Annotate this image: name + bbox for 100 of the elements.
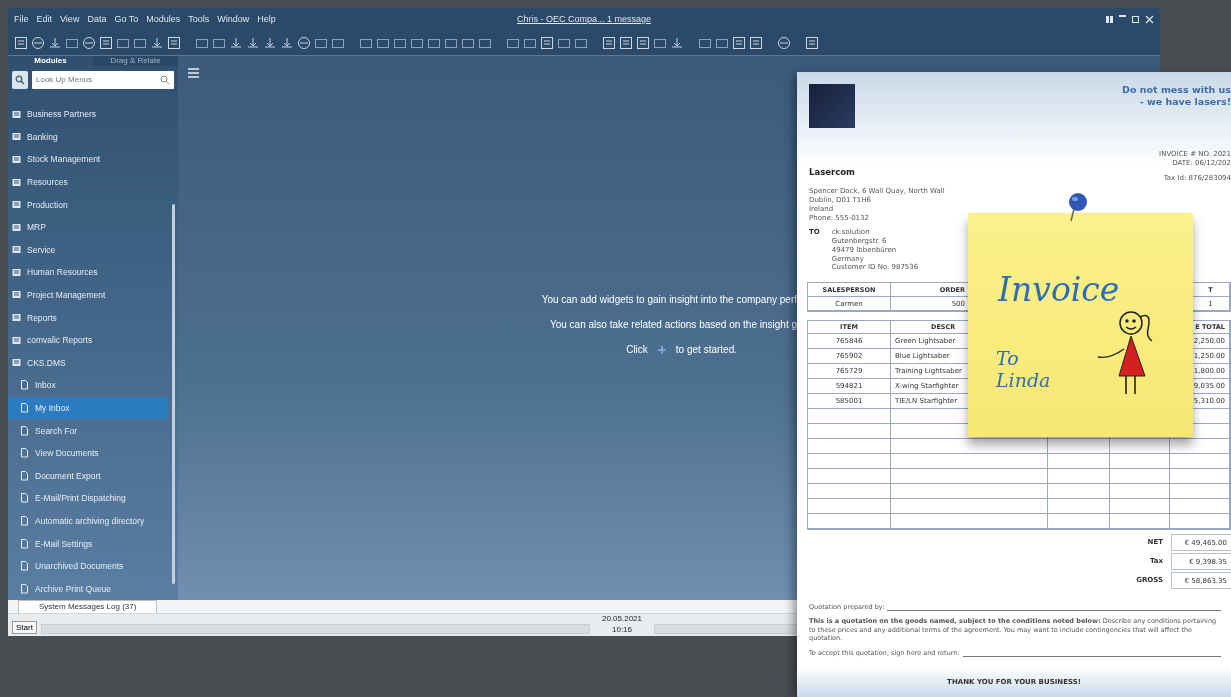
toolbar-icon[interactable] (263, 35, 277, 50)
search-field[interactable]: Look Up Menus (32, 70, 174, 89)
sidebar-item[interactable]: Document Export (8, 464, 168, 488)
sidebar-item-label: Banking (27, 131, 58, 142)
menu-item[interactable]: View (60, 14, 80, 24)
menu-item[interactable]: Window (217, 14, 250, 24)
document-icon (20, 515, 29, 526)
sidebar-item-label: Project Management (27, 290, 106, 300)
toolbar-icon[interactable] (14, 35, 28, 50)
sidebar-item[interactable]: CKS.DMS (8, 351, 168, 375)
menu-item[interactable]: File (14, 14, 29, 24)
toolbar-icon[interactable] (229, 35, 243, 50)
sidebar-item[interactable]: Business Partners (8, 102, 168, 126)
status-time: 10:16 (612, 625, 632, 634)
sidebar-item-label: Resources (27, 177, 68, 187)
table-cell (1048, 484, 1110, 500)
sidebar-item[interactable]: Stock Management (8, 148, 168, 171)
menu-icon[interactable] (188, 68, 199, 78)
sidebar-tab[interactable]: Modules (8, 56, 93, 66)
toolbar-icon[interactable] (99, 35, 113, 50)
toolbar-icon[interactable] (602, 35, 616, 50)
sidebar-item[interactable]: E-Mail/Print Dispatching (8, 487, 168, 510)
module-icon (12, 132, 21, 142)
toolbar-icon[interactable] (297, 35, 311, 50)
sidebar-item[interactable]: Service (8, 238, 168, 262)
toolbar-icon[interactable] (805, 35, 819, 50)
module-icon (12, 313, 21, 323)
sidebar-item-label: My Inbox (35, 402, 70, 413)
slogan-text: Do not mess with us (1122, 84, 1231, 96)
sidebar-item-label: Document Export (35, 470, 101, 481)
toolbar-icon[interactable] (82, 35, 96, 50)
sidebar-item[interactable]: View Documents (8, 441, 168, 465)
search-button[interactable] (12, 70, 28, 89)
table-cell (1110, 499, 1170, 515)
module-icon (12, 109, 21, 119)
sidebar-item-label: Production (27, 199, 68, 210)
menu-item[interactable]: Edit (36, 14, 53, 24)
menu-item[interactable]: Data (87, 14, 107, 24)
toolbar-icon[interactable] (150, 35, 164, 50)
search-icon (15, 74, 25, 85)
table-cell (1110, 484, 1170, 500)
sidebar-item[interactable]: Archive Print Queue (8, 577, 168, 600)
toolbar-icon[interactable] (246, 35, 260, 50)
slogan-text: - we have lasers! (1139, 95, 1231, 108)
table-cell (1110, 469, 1170, 485)
scrollbar[interactable] (172, 204, 175, 584)
table-cell (1048, 439, 1110, 455)
sidebar-item[interactable]: My Inbox (8, 396, 168, 420)
window-title: Chris - OEC Compa... 1 message (516, 14, 651, 24)
sidebar-item[interactable]: E-Mail Settings (8, 532, 168, 555)
toolbar-icon[interactable] (619, 35, 633, 50)
sidebar-item-label: Unarchived Documents (35, 561, 124, 572)
toolbar-icon[interactable] (540, 35, 554, 50)
toolbar-icon[interactable] (749, 35, 763, 50)
sidebar-item-label: View Documents (35, 448, 99, 459)
sidebar-item-label: Human Resources (27, 267, 98, 278)
sidebar-item-label: Service (27, 244, 56, 255)
document-icon (20, 538, 29, 549)
module-icon (12, 335, 21, 345)
table-cell (1110, 439, 1170, 455)
sidebar-item[interactable]: Search For (8, 419, 168, 442)
toolbar-icon[interactable] (280, 35, 294, 50)
toolbar-icon[interactable] (732, 35, 746, 50)
toolbar-icon[interactable] (670, 35, 684, 50)
sidebar-item-label: MRP (27, 222, 46, 233)
sidebar-item[interactable]: comvalic Reports (8, 328, 168, 352)
sidebar-item[interactable]: Production (8, 193, 168, 216)
module-icon (12, 245, 21, 255)
toolbar-icon[interactable] (48, 35, 62, 50)
document-icon (20, 402, 29, 413)
toolbar-icon[interactable] (636, 35, 650, 50)
toolbar-icon[interactable] (167, 35, 181, 50)
bottom-tab[interactable]: System Messages Log (37) (18, 600, 158, 613)
minimize-icon (1119, 14, 1126, 17)
close-icon (1145, 14, 1154, 24)
toolbar-icon[interactable] (31, 35, 45, 50)
info-text: You can add widgets to gain insight into the company perf (541, 294, 797, 305)
sidebar-item[interactable]: MRP (8, 215, 168, 239)
sidebar-item[interactable]: Inbox (8, 374, 168, 397)
toolbar-icon[interactable] (777, 35, 791, 50)
plus-icon[interactable] (657, 345, 666, 354)
menu-item[interactable]: Modules (146, 14, 181, 24)
start-button[interactable]: Start (12, 621, 37, 634)
sidebar-item[interactable]: Human Resources (8, 261, 168, 284)
menu-item[interactable]: Help (257, 14, 276, 24)
sidebar-tab[interactable]: Drag & Relate (93, 56, 178, 66)
menu-item[interactable]: Tools (188, 14, 210, 24)
module-icon (12, 358, 21, 368)
sidebar-item[interactable]: Resources (8, 170, 168, 194)
sidebar-item-label: Inbox (35, 380, 56, 391)
sidebar-item[interactable]: Banking (8, 125, 168, 149)
sidebar-item[interactable]: Project Management (8, 283, 168, 307)
menu-item[interactable]: Go To (114, 14, 139, 24)
sidebar-item[interactable]: Unarchived Documents (8, 554, 168, 578)
table-cell (1110, 454, 1170, 470)
note-title: Invoice (998, 270, 1120, 309)
sidebar-item[interactable]: Reports (8, 306, 168, 329)
sidebar-item-label: Search For (35, 425, 78, 436)
sidebar-item[interactable]: Automatic archiving directory (8, 509, 168, 533)
table-cell (1048, 454, 1110, 470)
